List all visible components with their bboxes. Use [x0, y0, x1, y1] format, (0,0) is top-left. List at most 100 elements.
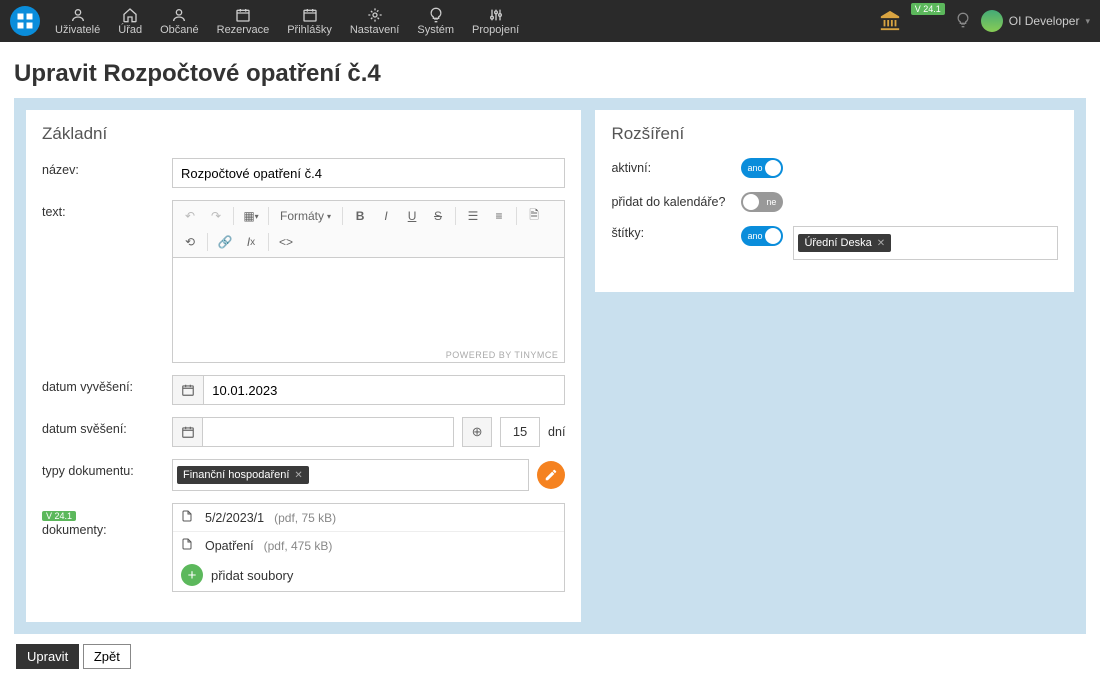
- docs-label-wrap: V 24.1 dokumenty:: [42, 503, 172, 537]
- user-name: OI Developer: [1009, 14, 1080, 28]
- calendar-icon[interactable]: [172, 417, 202, 447]
- nav-item-občané[interactable]: Občané: [160, 6, 199, 36]
- bulb-icon: [428, 6, 444, 24]
- content: Základní název: text: ↶ ↷ ▦▾: [14, 98, 1086, 634]
- italic-button[interactable]: I: [374, 204, 398, 228]
- edit-doc-types-button[interactable]: [537, 461, 565, 489]
- underline-button[interactable]: U: [400, 204, 424, 228]
- rich-text-editor: ↶ ↷ ▦▾ Formáty▾ B I U S ☰: [172, 200, 565, 363]
- remove-tag-icon[interactable]: ✕: [877, 238, 885, 249]
- nav-item-systém[interactable]: Systém: [417, 6, 454, 36]
- documents-list: 5/2/2023/1 (pdf, 75 kB) Opatření (pdf, 475 …: [172, 503, 565, 592]
- add-files-button[interactable]: + přidat soubory: [173, 559, 564, 591]
- back-button[interactable]: Zpět: [83, 644, 131, 669]
- sliders-icon: [488, 6, 504, 24]
- tags-toggle[interactable]: ano: [741, 226, 783, 246]
- nav-label: Uživatelé: [55, 24, 100, 36]
- nav-item-propojení[interactable]: Propojení: [472, 6, 519, 36]
- gear-icon: [367, 6, 383, 24]
- ext-heading: Rozšíření: [611, 124, 1058, 144]
- nav-item-přihlášky[interactable]: Přihlášky: [287, 6, 332, 36]
- plus-icon: +: [181, 564, 203, 586]
- date-post-label: datum vyvěšení:: [42, 375, 172, 394]
- user-icon: [70, 6, 86, 24]
- days-value[interactable]: 15: [500, 417, 540, 447]
- tags-field[interactable]: Úřední Deska ✕: [793, 226, 1058, 260]
- submit-button[interactable]: Upravit: [16, 644, 79, 669]
- date-remove-input[interactable]: [202, 417, 454, 447]
- file-icon: [181, 509, 195, 526]
- text-label: text:: [42, 200, 172, 219]
- calendar-icon[interactable]: [172, 375, 203, 405]
- version-badge: V 24.1: [911, 3, 945, 15]
- file-icon: [181, 537, 195, 554]
- doc-type-tag: Finanční hospodaření ✕: [177, 466, 309, 484]
- code-button[interactable]: <>: [274, 230, 298, 254]
- document-row[interactable]: 5/2/2023/1 (pdf, 75 kB): [173, 504, 564, 532]
- form-actions: Upravit Zpět: [14, 644, 1086, 669]
- text-button[interactable]: Ix: [239, 230, 263, 254]
- hint-bulb-icon[interactable]: [955, 12, 971, 31]
- attach-button[interactable]: ⟲: [178, 230, 202, 254]
- doc-types-field[interactable]: Finanční hospodaření ✕: [172, 459, 529, 491]
- bullets-button[interactable]: ☰: [461, 204, 485, 228]
- app-logo[interactable]: [10, 6, 40, 36]
- plus-addon[interactable]: ⊕: [462, 417, 492, 447]
- bank-icon[interactable]: [879, 9, 901, 34]
- numbers-button[interactable]: ≡: [487, 204, 511, 228]
- nav-item-rezervace[interactable]: Rezervace: [217, 6, 270, 36]
- document-row[interactable]: Opatření (pdf, 475 kB): [173, 532, 564, 559]
- calendar-icon: [235, 6, 251, 24]
- table-button[interactable]: ▦▾: [239, 204, 263, 228]
- nav-label: Propojení: [472, 24, 519, 36]
- nav-label: Systém: [417, 24, 454, 36]
- top-nav: Uživatelé Úřad Občané Rezervace Přihlášky Nas…: [0, 0, 1100, 42]
- editor-body[interactable]: [173, 258, 564, 348]
- remove-tag-icon[interactable]: ✕: [294, 470, 302, 481]
- date-post-input[interactable]: [203, 375, 565, 405]
- name-label: název:: [42, 158, 172, 177]
- page-title: Upravit Rozpočtové opatření č.4: [14, 60, 1086, 88]
- doc-button[interactable]: 🗎: [522, 204, 546, 228]
- nav-label: Úřad: [118, 24, 142, 36]
- doc-meta: (pdf, 475 kB): [264, 539, 333, 553]
- editor-toolbar: ↶ ↷ ▦▾ Formáty▾ B I U S ☰: [173, 201, 564, 258]
- calendar-label: přidat do kalendáře?: [611, 195, 741, 209]
- nav-label: Přihlášky: [287, 24, 332, 36]
- tags-label: štítky:: [611, 226, 741, 240]
- name-input[interactable]: [172, 158, 565, 188]
- docs-label: dokumenty:: [42, 523, 107, 537]
- days-label: dní: [548, 425, 565, 439]
- formats-button[interactable]: Formáty▾: [274, 204, 337, 228]
- doc-name: 5/2/2023/1: [205, 511, 264, 525]
- panel-extended: Rozšíření aktivní: ano přidat do kalendá…: [595, 110, 1074, 292]
- doc-meta: (pdf, 75 kB): [274, 511, 336, 525]
- nav-item-nastavení[interactable]: Nastavení: [350, 6, 400, 36]
- redo-button[interactable]: ↷: [204, 204, 228, 228]
- doc-types-label: typy dokumentu:: [42, 459, 172, 478]
- link-button[interactable]: 🔗: [213, 230, 237, 254]
- active-label: aktivní:: [611, 161, 741, 175]
- user-menu[interactable]: OI Developer ▾: [981, 10, 1090, 32]
- basic-heading: Základní: [42, 124, 565, 144]
- calendar-toggle[interactable]: ne: [741, 192, 783, 212]
- nav-item-uživatelé[interactable]: Uživatelé: [55, 6, 100, 36]
- chevron-down-icon: ▾: [1085, 16, 1090, 27]
- add-files-label: přidat soubory: [211, 568, 293, 583]
- active-toggle[interactable]: ano: [741, 158, 783, 178]
- home-icon: [122, 6, 138, 24]
- date-remove-label: datum svěšení:: [42, 417, 172, 436]
- doc-name: Opatření: [205, 539, 254, 553]
- panel-basic: Základní název: text: ↶ ↷ ▦▾: [26, 110, 581, 622]
- nav-item-úřad[interactable]: Úřad: [118, 6, 142, 36]
- nav-label: Nastavení: [350, 24, 400, 36]
- calendar-icon: [302, 6, 318, 24]
- strike-button[interactable]: S: [426, 204, 450, 228]
- bold-button[interactable]: B: [348, 204, 372, 228]
- user-icon: [171, 6, 187, 24]
- editor-footer: POWERED BY TINYMCE: [173, 348, 564, 362]
- tag-item: Úřední Deska ✕: [798, 234, 891, 252]
- nav-label: Rezervace: [217, 24, 270, 36]
- undo-button[interactable]: ↶: [178, 204, 202, 228]
- docs-badge: V 24.1: [42, 511, 76, 521]
